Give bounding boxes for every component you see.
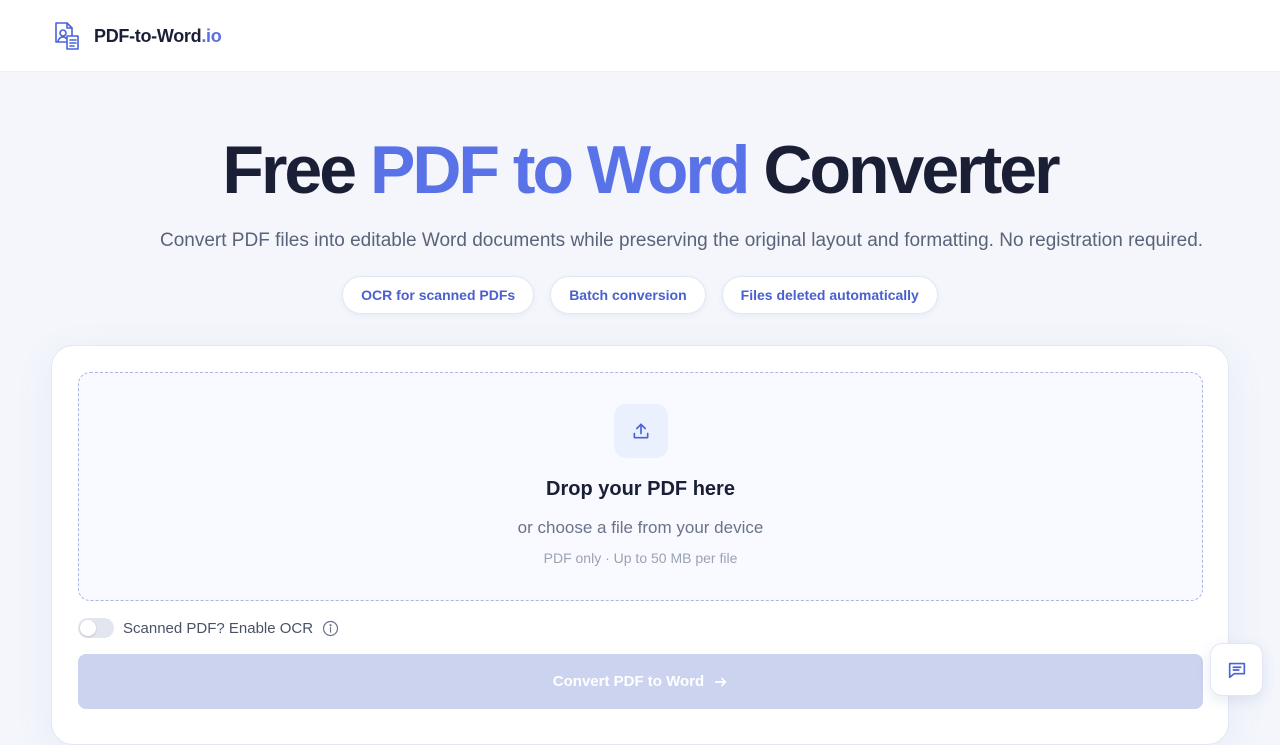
document-convert-icon [55, 22, 79, 50]
page-title: Free PDF to Word Converter [0, 130, 1280, 210]
ocr-toggle[interactable] [78, 618, 114, 638]
dropzone-file-limits: PDF only · Up to 50 MB per file [543, 550, 738, 566]
convert-button[interactable]: Convert PDF to Word [78, 654, 1203, 709]
page-subtitle: Convert PDF files into editable Word doc… [160, 230, 1204, 251]
dropzone-title: Drop your PDF here [546, 478, 735, 500]
upload-badge [614, 404, 668, 458]
convert-button-label: Convert PDF to Word [552, 673, 705, 690]
feature-chip-batch[interactable]: Batch conversion [550, 276, 706, 314]
feature-chip-auto-delete[interactable]: Files deleted automatically [721, 276, 938, 314]
site-header: PDF-to-Word.io [0, 0, 1280, 72]
file-dropzone[interactable]: Drop your PDF here or choose a file from… [78, 372, 1203, 601]
ocr-option: Scanned PDF? Enable OCR [78, 617, 339, 639]
feature-chips: OCR for scanned PDFs Batch conversion Fi… [0, 276, 1280, 314]
brand-logo[interactable]: PDF-to-Word.io [52, 20, 222, 52]
chat-icon [1228, 662, 1245, 678]
ocr-label: Scanned PDF? Enable OCR [123, 619, 314, 637]
info-icon[interactable] [322, 620, 339, 637]
dropzone-subtitle[interactable]: or choose a file from your device [79, 518, 1202, 538]
feature-chip-ocr[interactable]: OCR for scanned PDFs [342, 276, 535, 314]
converter-card: Drop your PDF here or choose a file from… [51, 345, 1229, 745]
title-accent: PDF to Word [369, 132, 750, 208]
arrow-right-icon [715, 677, 727, 686]
brand-name: PDF-to-Word.io [94, 25, 222, 46]
upload-icon [633, 423, 649, 439]
title-part-2: Converter [763, 132, 1060, 208]
title-part-1: Free [222, 132, 357, 208]
chat-button[interactable] [1210, 643, 1263, 696]
brand-tld: .io [201, 25, 222, 46]
